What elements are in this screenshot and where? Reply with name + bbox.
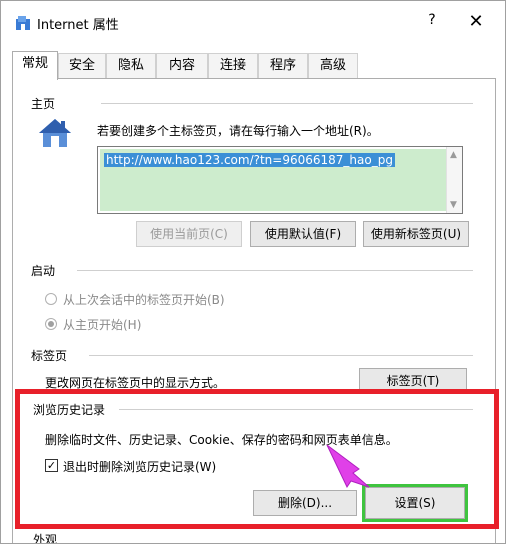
home-icon <box>39 119 71 147</box>
tab-security[interactable]: 安全 <box>58 53 106 79</box>
delete-on-exit-label: 退出时删除浏览历史记录(W) <box>63 460 217 474</box>
home-group-label: 主页 <box>31 95 62 112</box>
history-group-label: 浏览历史记录 <box>33 401 112 418</box>
radio-last-session-label: 从上次会话中的标签页开始(B) <box>63 293 225 307</box>
tabs-group-divider <box>89 355 473 356</box>
pointer-arrow-icon <box>326 444 370 489</box>
tab-strip: 常规 安全 隐私 内容 连接 程序 高级 <box>12 51 372 80</box>
tabs-group-label: 标签页 <box>31 347 74 364</box>
radio-home-page-label: 从主页开始(H) <box>63 318 142 332</box>
tabs-description: 更改网页在标签页中的显示方式。 <box>45 376 226 390</box>
tab-privacy[interactable]: 隐私 <box>106 53 156 79</box>
tab-general[interactable]: 常规 <box>12 51 58 80</box>
use-current-button[interactable]: 使用当前页(C) <box>136 221 242 247</box>
window-title: Internet 属性 <box>37 18 119 33</box>
use-default-button[interactable]: 使用默认值(F) <box>250 221 356 247</box>
url-scrollbar[interactable]: ▲ ▼ <box>446 147 462 213</box>
delete-on-exit-checkbox[interactable]: ✓ <box>45 459 58 472</box>
internet-options-icon <box>16 16 30 30</box>
home-instruction-text: 若要创建多个主标签页，请在每行输入一个地址(R)。 <box>97 124 379 138</box>
internet-properties-dialog: Internet 属性 ? ✕ 常规 安全 隐私 内容 连接 程序 高级 主页 … <box>0 0 506 544</box>
radio-last-session[interactable] <box>45 293 57 305</box>
history-group-divider <box>119 409 473 410</box>
history-settings-button[interactable]: 设置(S) <box>365 487 465 519</box>
appearance-group-label-partial: 外观 <box>33 533 58 544</box>
tab-content[interactable]: 内容 <box>156 53 208 79</box>
use-new-tab-button[interactable]: 使用新标签页(U) <box>363 221 469 247</box>
startup-group-divider <box>77 270 473 271</box>
home-url-textarea[interactable]: http://www.hao123.com/?tn=96066187_hao_p… <box>97 146 463 214</box>
close-button[interactable]: ✕ <box>461 9 491 35</box>
tabs-settings-button[interactable]: 标签页(T) <box>359 368 467 394</box>
tab-connections[interactable]: 连接 <box>208 53 258 79</box>
url-selection-area: http://www.hao123.com/?tn=96066187_hao_p… <box>100 149 446 211</box>
help-button[interactable]: ? <box>423 12 441 32</box>
startup-group-label: 启动 <box>31 262 62 279</box>
delete-history-button[interactable]: 删除(D)... <box>253 490 357 516</box>
home-url-value: http://www.hao123.com/?tn=96066187_hao_p… <box>104 153 395 167</box>
home-group-divider <box>101 103 473 104</box>
radio-home-page[interactable] <box>45 318 57 330</box>
scroll-up-icon[interactable]: ▲ <box>450 150 457 160</box>
tab-advanced[interactable]: 高级 <box>308 53 358 79</box>
tab-programs[interactable]: 程序 <box>258 53 308 79</box>
scroll-down-icon[interactable]: ▼ <box>450 200 457 210</box>
title-bar: Internet 属性 ? ✕ <box>1 1 505 45</box>
